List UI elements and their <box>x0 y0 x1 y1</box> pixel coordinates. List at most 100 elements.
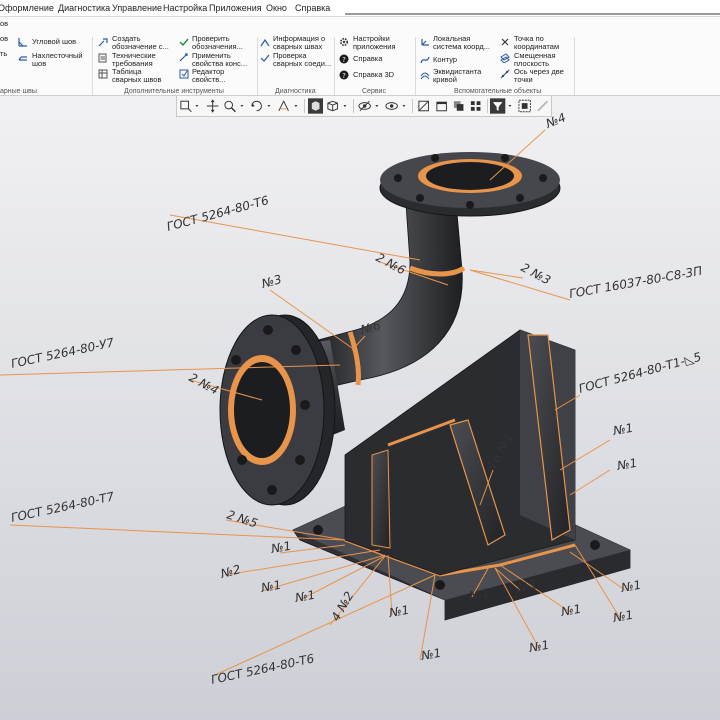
annotation-label[interactable]: ГОСТ 5264-80-Т6 <box>165 193 270 234</box>
annotation-label[interactable]: №1 <box>611 608 634 625</box>
ribbon-partial-1[interactable]: ов <box>0 20 8 28</box>
app-settings-button[interactable]: Настройки приложения <box>353 35 396 51</box>
annotation-label[interactable]: №1 <box>527 638 550 655</box>
help-3d-button[interactable]: Справка 3D <box>353 71 394 79</box>
create-designation-button[interactable]: Создать обозначение с... <box>112 35 169 51</box>
model-viewport[interactable]: №4 ГОСТ 5264-80-Т6 2 №6 2 №3 ГОСТ 16037-… <box>0 96 720 720</box>
ribbon-partial-3[interactable]: ть <box>0 50 7 58</box>
equidistant-icon <box>420 72 430 80</box>
annotation-label[interactable]: 2 №4 <box>187 370 221 397</box>
svg-text:?: ? <box>342 72 346 80</box>
group-separator <box>257 37 258 95</box>
annotation-label[interactable]: ГОСТ 5264-80-Т7 <box>10 489 116 525</box>
menu-item-oformlenie[interactable]: Оформление <box>0 3 54 13</box>
group-label-service: Сервис <box>362 88 386 95</box>
bolt-hole <box>431 154 439 162</box>
check-designations-button[interactable]: Проверить обозначения... <box>192 35 243 51</box>
point-coords-button[interactable]: Точка по координатам <box>514 35 559 51</box>
group-label-extra-tools: Дополнительные инструменты <box>124 88 224 95</box>
bolt-hole <box>416 194 424 202</box>
axis-two-points-icon <box>500 69 510 79</box>
annotation-label[interactable]: №1 <box>293 588 316 605</box>
lap-weld-button[interactable]: Нахлесточный шов <box>32 52 83 68</box>
weld-table-button[interactable]: Таблица сварных швов <box>112 68 161 84</box>
offset-plane-button[interactable]: Смещенная плоскость <box>514 52 556 68</box>
weld-annotations: №4 ГОСТ 5264-80-Т6 2 №6 2 №3 ГОСТ 16037-… <box>10 110 704 687</box>
annotation-label[interactable]: №1 <box>559 602 582 619</box>
ribbon-partial-2[interactable]: ов <box>0 35 8 43</box>
apply-properties-icon <box>179 53 188 62</box>
menu-bar-accent-line <box>345 13 720 15</box>
side-flange-bore <box>234 362 290 458</box>
fillet-weld-button[interactable]: Угловой шов <box>32 38 76 46</box>
create-designation-icon <box>98 38 108 47</box>
bolt-hole <box>516 194 524 202</box>
top-flange-bore <box>426 162 514 190</box>
properties-editor-icon <box>179 69 189 79</box>
menu-item-upravlenie[interactable]: Управление <box>112 3 162 13</box>
annotation-label[interactable]: №1 <box>619 578 642 595</box>
annotation-label[interactable]: 2 №3 <box>519 260 553 287</box>
tech-requirements-button[interactable]: Технические требования <box>112 52 156 68</box>
group-label-aux: Вспомогательные объекты <box>454 88 542 95</box>
check-welds-button[interactable]: Проверка сварных соеди... <box>273 52 331 68</box>
annotation-label[interactable]: ГОСТ 5264-80-У7 <box>10 335 116 371</box>
axis-two-points-button[interactable]: Ось через две точки <box>514 68 564 84</box>
check-designations-icon <box>179 38 189 47</box>
annotation-label[interactable]: ГОСТ 5264-80-Т6 <box>210 651 316 687</box>
help-button[interactable]: Справка <box>353 55 382 63</box>
bolt-hole <box>466 201 474 209</box>
help-icon: ? <box>339 54 349 64</box>
check-welds-icon <box>260 54 270 62</box>
annotation-label[interactable]: 2 №5 <box>225 508 259 531</box>
contour-button[interactable]: Контур <box>433 56 457 64</box>
menu-item-diagnostika[interactable]: Диагностика <box>58 3 110 13</box>
weld-table-icon <box>98 69 108 79</box>
bolt-hole <box>295 455 305 465</box>
offset-plane-icon <box>500 53 510 63</box>
annotation-label[interactable]: №1 <box>611 421 634 438</box>
lap-weld-icon <box>18 56 27 61</box>
bolt-hole <box>435 580 445 590</box>
bolt-hole <box>501 154 509 162</box>
bolt-hole <box>300 400 310 410</box>
group-label-diagnostics: Диагностика <box>275 88 316 95</box>
menu-item-prilozheniya[interactable]: Приложения <box>209 3 262 13</box>
bolt-hole <box>263 325 273 335</box>
annotation-label[interactable]: 4 №2 <box>328 589 356 623</box>
menu-item-spravka[interactable]: Справка <box>295 3 330 13</box>
annotation-label[interactable]: №1 <box>259 578 282 595</box>
bolt-hole <box>231 355 241 365</box>
annotation-label[interactable]: №1 <box>269 539 292 556</box>
group-separator <box>92 37 93 95</box>
point-coords-icon <box>501 38 509 46</box>
support-rib <box>371 449 391 549</box>
annotation-label[interactable]: №4 <box>543 110 568 131</box>
model-canvas: №4 ГОСТ 5264-80-Т6 2 №6 2 №3 ГОСТ 16037-… <box>0 110 704 687</box>
menu-item-nastroyka[interactable]: Настройка <box>163 3 207 13</box>
fillet-weld-icon <box>18 38 27 47</box>
gear-icon <box>339 37 349 47</box>
apply-properties-button[interactable]: Применить свойства конс... <box>192 52 247 68</box>
properties-editor-button[interactable]: Редактор свойств... <box>192 68 225 84</box>
weld-info-button[interactable]: Информация о сварных швах <box>273 35 325 51</box>
annotation-label[interactable]: №1 <box>419 646 442 663</box>
help-3d-icon: ? <box>339 70 349 80</box>
group-separator <box>574 37 575 95</box>
annotation-label[interactable]: ГОСТ 5264-80-Т1-◺5 <box>577 350 703 396</box>
annotation-label[interactable]: №3 <box>259 272 283 291</box>
bolt-hole <box>313 525 323 535</box>
annotation-label[interactable]: №2 <box>218 562 242 581</box>
annotation-label[interactable]: ГОСТ 16037-80-С8-3П <box>568 264 703 301</box>
bolt-hole <box>237 455 247 465</box>
tech-requirements-icon <box>98 53 107 63</box>
local-cs-icon <box>421 39 429 46</box>
annotation-label[interactable]: №1 <box>387 603 410 620</box>
group-separator <box>415 37 416 95</box>
local-cs-button[interactable]: Локальная система коорд... <box>433 35 490 51</box>
weld-info-icon <box>260 38 270 47</box>
menu-item-okno[interactable]: Окно <box>266 3 287 13</box>
equidistant-button[interactable]: Эквидистанта кривой <box>433 68 481 84</box>
annotation-label[interactable]: №1 <box>615 456 638 473</box>
svg-text:?: ? <box>342 56 346 64</box>
